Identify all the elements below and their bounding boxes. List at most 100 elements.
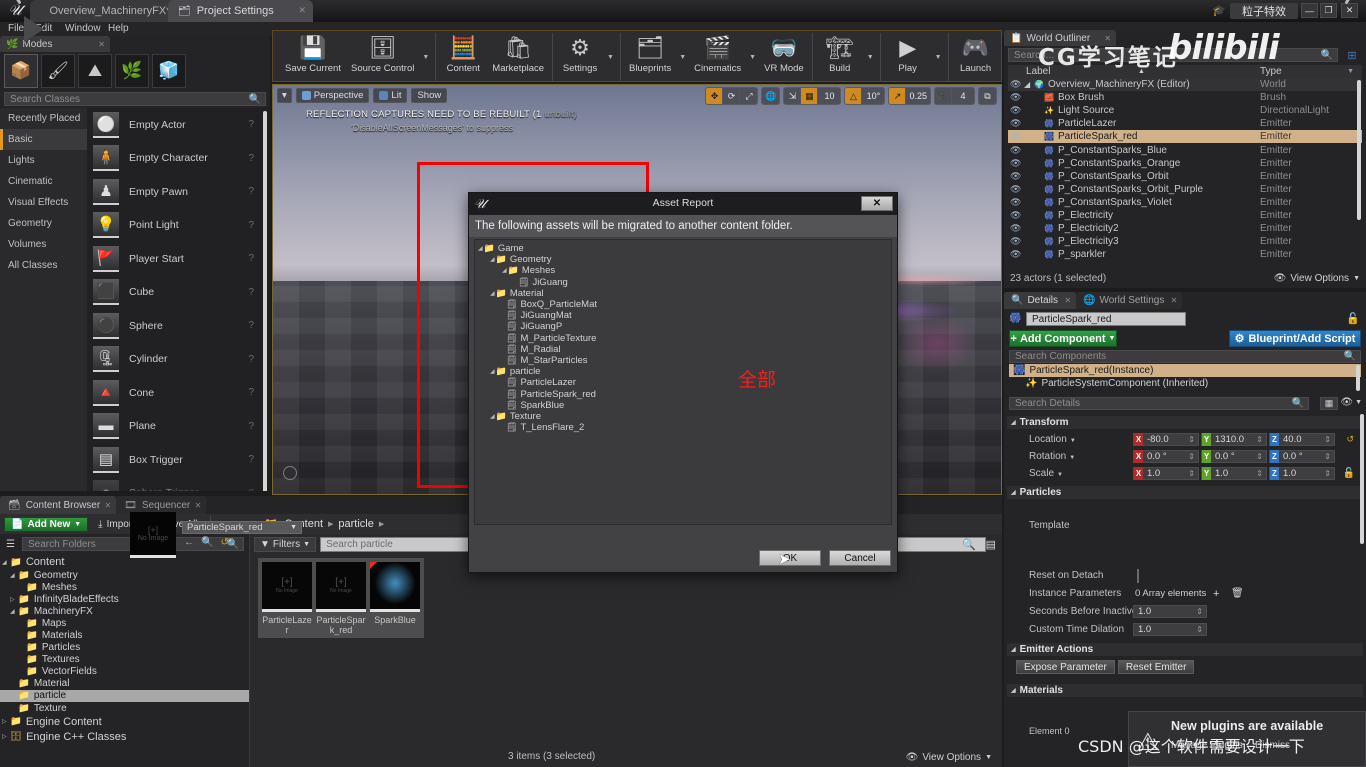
world-space-icon[interactable]: 🌐 — [762, 88, 779, 104]
scale-x-field[interactable]: X 1.0 ⇕ — [1133, 467, 1199, 480]
details-display-options-icon[interactable]: 👁 ▼ — [1340, 397, 1362, 408]
close-icon[interactable]: ✕ — [1104, 34, 1111, 43]
collapse-arrow-icon[interactable]: ▷ — [2, 718, 10, 725]
add-component-button[interactable]: + Add Component ▼ — [1009, 330, 1117, 347]
tab-world-outliner[interactable]: 📋 World Outliner ✕ — [1004, 30, 1116, 46]
tree-node[interactable]: ◢ 📁 Meshes — [478, 265, 891, 276]
section-transform[interactable]: ◢ Transform — [1007, 416, 1363, 429]
category-basic[interactable]: Basic — [0, 129, 87, 150]
content-browser-view-options[interactable]: 👁 View Options ▼ — [906, 752, 992, 763]
tree-node[interactable]: 🗒 JiGuang — [478, 277, 891, 288]
help-icon[interactable]: ? — [248, 320, 254, 331]
asset-tree[interactable]: ◢ 📁 Game ◢ 📁 Geometry ◢ 📁 Meshes 🗒 JiGuang ◢ 📁 Ma… — [474, 239, 892, 525]
maximize-viewport-icon[interactable]: ⧉ — [979, 88, 996, 104]
eye-icon[interactable]: 👁 — [1010, 158, 1021, 169]
tree-node[interactable]: ◢ 📁 Geometry — [478, 254, 891, 265]
lock-icon[interactable]: 🔓 — [1346, 312, 1360, 325]
help-icon[interactable]: ? — [248, 119, 254, 130]
folder-node-maps[interactable]: 📁 Maps — [0, 617, 249, 629]
search-classes-input[interactable]: Search Classes 🔍 — [4, 92, 266, 106]
tab-content-browser[interactable]: 🗃 Content Browser ✕ — [0, 496, 117, 514]
spinner-icon[interactable]: ⇕ — [1256, 452, 1263, 461]
expand-arrow-icon[interactable]: ◢ — [1024, 80, 1030, 89]
expose-parameter-button[interactable]: Expose Parameter — [1016, 660, 1115, 674]
category-cinematic[interactable]: Cinematic — [0, 171, 87, 192]
spinner-icon[interactable]: ⇕ — [1324, 435, 1331, 444]
tree-node[interactable]: 🗒 JiGuangMat — [478, 310, 891, 321]
help-icon[interactable]: ? — [248, 454, 254, 465]
settings-caret-icon[interactable]: ▼ — [604, 33, 617, 81]
landscape-mode-icon[interactable]: ⛰ — [78, 54, 112, 88]
paint-mode-icon[interactable]: 🖌 — [41, 54, 75, 88]
geometry-mode-icon[interactable]: 🧊 — [152, 54, 186, 88]
template-combo[interactable]: ParticleSpark_red ▼ — [182, 521, 302, 534]
show-menu-button[interactable]: Show — [411, 87, 448, 103]
outliner-row[interactable]: 👁 🎆 P_Electricity Emitter — [1008, 209, 1362, 222]
menu-item-window[interactable]: Window — [65, 23, 101, 34]
menu-item-help[interactable]: Help — [108, 23, 129, 34]
folder-filter-icon[interactable]: ☰ — [3, 537, 18, 551]
foliage-mode-icon[interactable]: 🌿 — [115, 54, 149, 88]
column-header-label[interactable]: Label — [1026, 66, 1050, 77]
expand-arrow-icon[interactable]: ◢ — [1011, 489, 1016, 496]
custom-time-dilation-field[interactable]: 1.0 ⇕ — [1133, 623, 1207, 636]
folder-node-meshes[interactable]: 📁 Meshes — [0, 581, 249, 593]
section-emitter-actions[interactable]: ◢ Emitter Actions — [1007, 643, 1363, 656]
column-header-type[interactable]: Type — [1260, 66, 1282, 77]
menu-item-file[interactable]: File — [8, 23, 24, 34]
rotation-z-field[interactable]: Z 0.0 ° ⇕ — [1269, 450, 1335, 463]
world-outliner-search-input[interactable]: Search... 🔍 — [1008, 48, 1338, 62]
content-button[interactable]: 🧮 Content — [439, 33, 487, 81]
outliner-row[interactable]: 👁 🧱 Box Brush Brush — [1008, 91, 1362, 104]
tab-modes[interactable]: 🌿 Modes ✕ — [0, 36, 110, 52]
minimize-button[interactable]: — — [1301, 3, 1318, 18]
eye-icon[interactable]: 👁 — [1010, 105, 1021, 116]
source-control-caret-icon[interactable]: ▼ — [419, 33, 432, 81]
details-grid-view-icon[interactable]: ▦ — [1320, 397, 1338, 410]
tab-level-editor[interactable]: Overview_MachineryFX* — [30, 0, 190, 22]
angle-snap-icon[interactable]: △ — [845, 88, 863, 104]
expand-arrow-icon[interactable]: ◢ — [1011, 646, 1016, 653]
manage-plugins-button[interactable]: Manage Plugins — [1171, 740, 1243, 751]
folder-node-engine-content[interactable]: ▷ 📁 Engine Content — [0, 714, 249, 729]
add-new-button[interactable]: 📄 Add New ▼ — [4, 516, 89, 532]
settings-button[interactable]: ⚙ Settings — [556, 33, 604, 81]
grid-snap-icon[interactable]: ▦ — [801, 88, 819, 104]
outliner-row[interactable]: 👁 ◢ 🌍 Overview_MachineryFX (Editor) World — [1008, 78, 1362, 92]
tree-node[interactable]: ◢ 📁 particle — [478, 366, 891, 377]
outliner-row[interactable]: 👁 🎆 P_sparkler Emitter — [1008, 248, 1362, 261]
expand-arrow-icon[interactable]: ◢ — [1011, 419, 1016, 426]
help-icon[interactable]: ? — [248, 186, 254, 197]
add-element-icon[interactable]: + — [1213, 588, 1219, 600]
rotate-gizmo-icon[interactable]: ⟳ — [723, 88, 741, 104]
component-list-scrollbar[interactable] — [1356, 365, 1360, 391]
play-button[interactable]: ▶ Play — [884, 33, 932, 81]
vr-mode-button[interactable]: 🥽 VR Mode — [759, 33, 809, 81]
blueprint-add-script-button[interactable]: ⚙ Blueprint/Add Script — [1229, 330, 1361, 347]
eye-icon[interactable]: 👁 — [1010, 79, 1021, 90]
outliner-row[interactable]: 👁 🎆 P_ConstantSparks_Orbit_Purple Emitter — [1008, 183, 1362, 196]
launch-button[interactable]: 🎮 Launch — [952, 33, 1000, 81]
dismiss-button[interactable]: Dismiss — [1255, 740, 1290, 751]
asset-settings-icon[interactable]: ▤ — [986, 538, 996, 551]
tree-node[interactable]: 🗒 ParticleSpark_red — [478, 388, 891, 400]
category-volumes[interactable]: Volumes — [0, 234, 87, 255]
eye-icon[interactable]: 👁 — [1010, 223, 1021, 234]
translate-gizmo-icon[interactable]: ✥ — [706, 88, 724, 104]
outliner-row[interactable]: 👁 🎆 P_ConstantSparks_Blue Emitter — [1008, 143, 1362, 156]
close-icon[interactable]: ✕ — [104, 501, 111, 510]
outliner-view-options[interactable]: 👁 View Options ▼ — [1274, 273, 1360, 284]
component-row-inherited[interactable]: ✨ ParticleSystemComponent (Inherited) — [1009, 377, 1361, 390]
class-list-scrollbar[interactable] — [263, 111, 267, 491]
tab-details[interactable]: 🔍 Details ✕ — [1004, 292, 1077, 309]
asset-card[interactable]: [+] No Image ParticleSpark_red — [315, 562, 367, 635]
close-icon[interactable]: ✕ — [298, 5, 306, 16]
expand-arrow-icon[interactable]: ◢ — [490, 290, 495, 297]
search-components-input[interactable]: Search Components 🔍 — [1009, 350, 1361, 363]
cinematics-button[interactable]: 🎬 Cinematics — [689, 33, 746, 81]
outliner-row[interactable]: 👁 🎆 P_ConstantSparks_Violet Emitter — [1008, 196, 1362, 209]
grid-snap-value[interactable]: 10 — [818, 88, 840, 104]
expand-arrow-icon[interactable]: ◢ — [2, 559, 10, 566]
eye-icon[interactable]: 👁 — [1010, 118, 1021, 129]
lighting-mode-button[interactable]: Lit — [373, 87, 408, 103]
